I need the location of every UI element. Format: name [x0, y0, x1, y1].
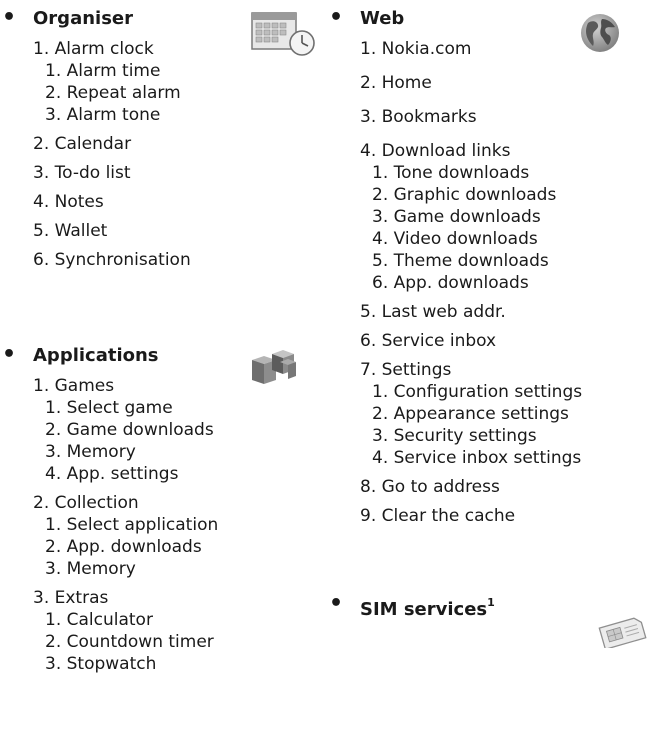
section-applications: • Applications 1. Games 1. Select game 2… [0, 342, 320, 731]
bullet: • [329, 591, 344, 616]
sub-item: 6. App. downloads [372, 273, 529, 293]
sim-services-label: SIM services [360, 599, 488, 620]
section-title-organiser: Organiser [33, 8, 133, 29]
footnote-marker: 1 [487, 596, 495, 609]
bullet: • [2, 342, 17, 367]
sub-item: 2. App. downloads [45, 537, 202, 557]
bullet: • [329, 5, 344, 30]
sub-item: 5. Theme downloads [372, 251, 549, 271]
list-item: 4. Notes [33, 192, 104, 212]
calendar-clock-icon [250, 11, 316, 63]
list-item: 3. Bookmarks [360, 107, 477, 127]
list-item: 4. Download links [360, 141, 511, 161]
sub-item: 3. Memory [45, 559, 136, 579]
sub-item: 2. Countdown timer [45, 632, 214, 652]
list-item: 9. Clear the cache [360, 506, 516, 526]
list-item: 7. Settings [360, 360, 452, 380]
section-web: • Web 1. Nokia.com 2. Home 3. Bookmarks … [327, 5, 651, 568]
list-item: 2. Calendar [33, 134, 132, 154]
section-title-applications: Applications [33, 345, 159, 366]
list-item: 5. Wallet [33, 221, 108, 241]
list-item: 3. To-do list [33, 163, 131, 183]
sub-item: 3. Game downloads [372, 207, 541, 227]
sub-item: 2. Graphic downloads [372, 185, 557, 205]
list-item: 1. Alarm clock [33, 39, 154, 59]
sub-item: 1. Select application [45, 515, 219, 535]
sub-item: 3. Security settings [372, 426, 537, 446]
sub-item: 2. Appearance settings [372, 404, 569, 424]
sub-item: 3. Memory [45, 442, 136, 462]
sub-item: 3. Alarm tone [45, 105, 161, 125]
sub-item: 4. Video downloads [372, 229, 538, 249]
section-title-sim-services: SIM services1 [360, 594, 495, 621]
list-item: 5. Last web addr. [360, 302, 506, 322]
sub-item: 1. Calculator [45, 610, 153, 630]
sub-item: 4. Service inbox settings [372, 448, 582, 468]
bullet: • [2, 5, 17, 30]
section-organiser: • Organiser 1. Alarm clock 1. Alarm time… [0, 5, 320, 308]
list-item: 3. Extras [33, 588, 109, 608]
sub-item: 1. Configuration settings [372, 382, 583, 402]
sub-item: 1. Tone downloads [372, 163, 530, 183]
sub-item: 1. Alarm time [45, 61, 161, 81]
sub-item: 3. Stopwatch [45, 654, 157, 674]
globe-icon [578, 11, 622, 59]
list-item: 2. Home [360, 73, 432, 93]
list-item: 1. Nokia.com [360, 39, 472, 59]
list-item: 8. Go to address [360, 477, 500, 497]
sub-item: 1. Select game [45, 398, 173, 418]
section-title-web: Web [360, 8, 405, 29]
sub-item: 2. Repeat alarm [45, 83, 181, 103]
sim-card-icon [595, 614, 649, 652]
list-item: 1. Games [33, 376, 115, 396]
sub-item: 2. Game downloads [45, 420, 214, 440]
cubes-icon [250, 348, 300, 392]
sub-item: 4. App. settings [45, 464, 179, 484]
list-item: 2. Collection [33, 493, 139, 513]
list-item: 6. Service inbox [360, 331, 497, 351]
section-sim-services: • SIM services1 [327, 591, 651, 654]
list-item: 6. Synchronisation [33, 250, 191, 270]
